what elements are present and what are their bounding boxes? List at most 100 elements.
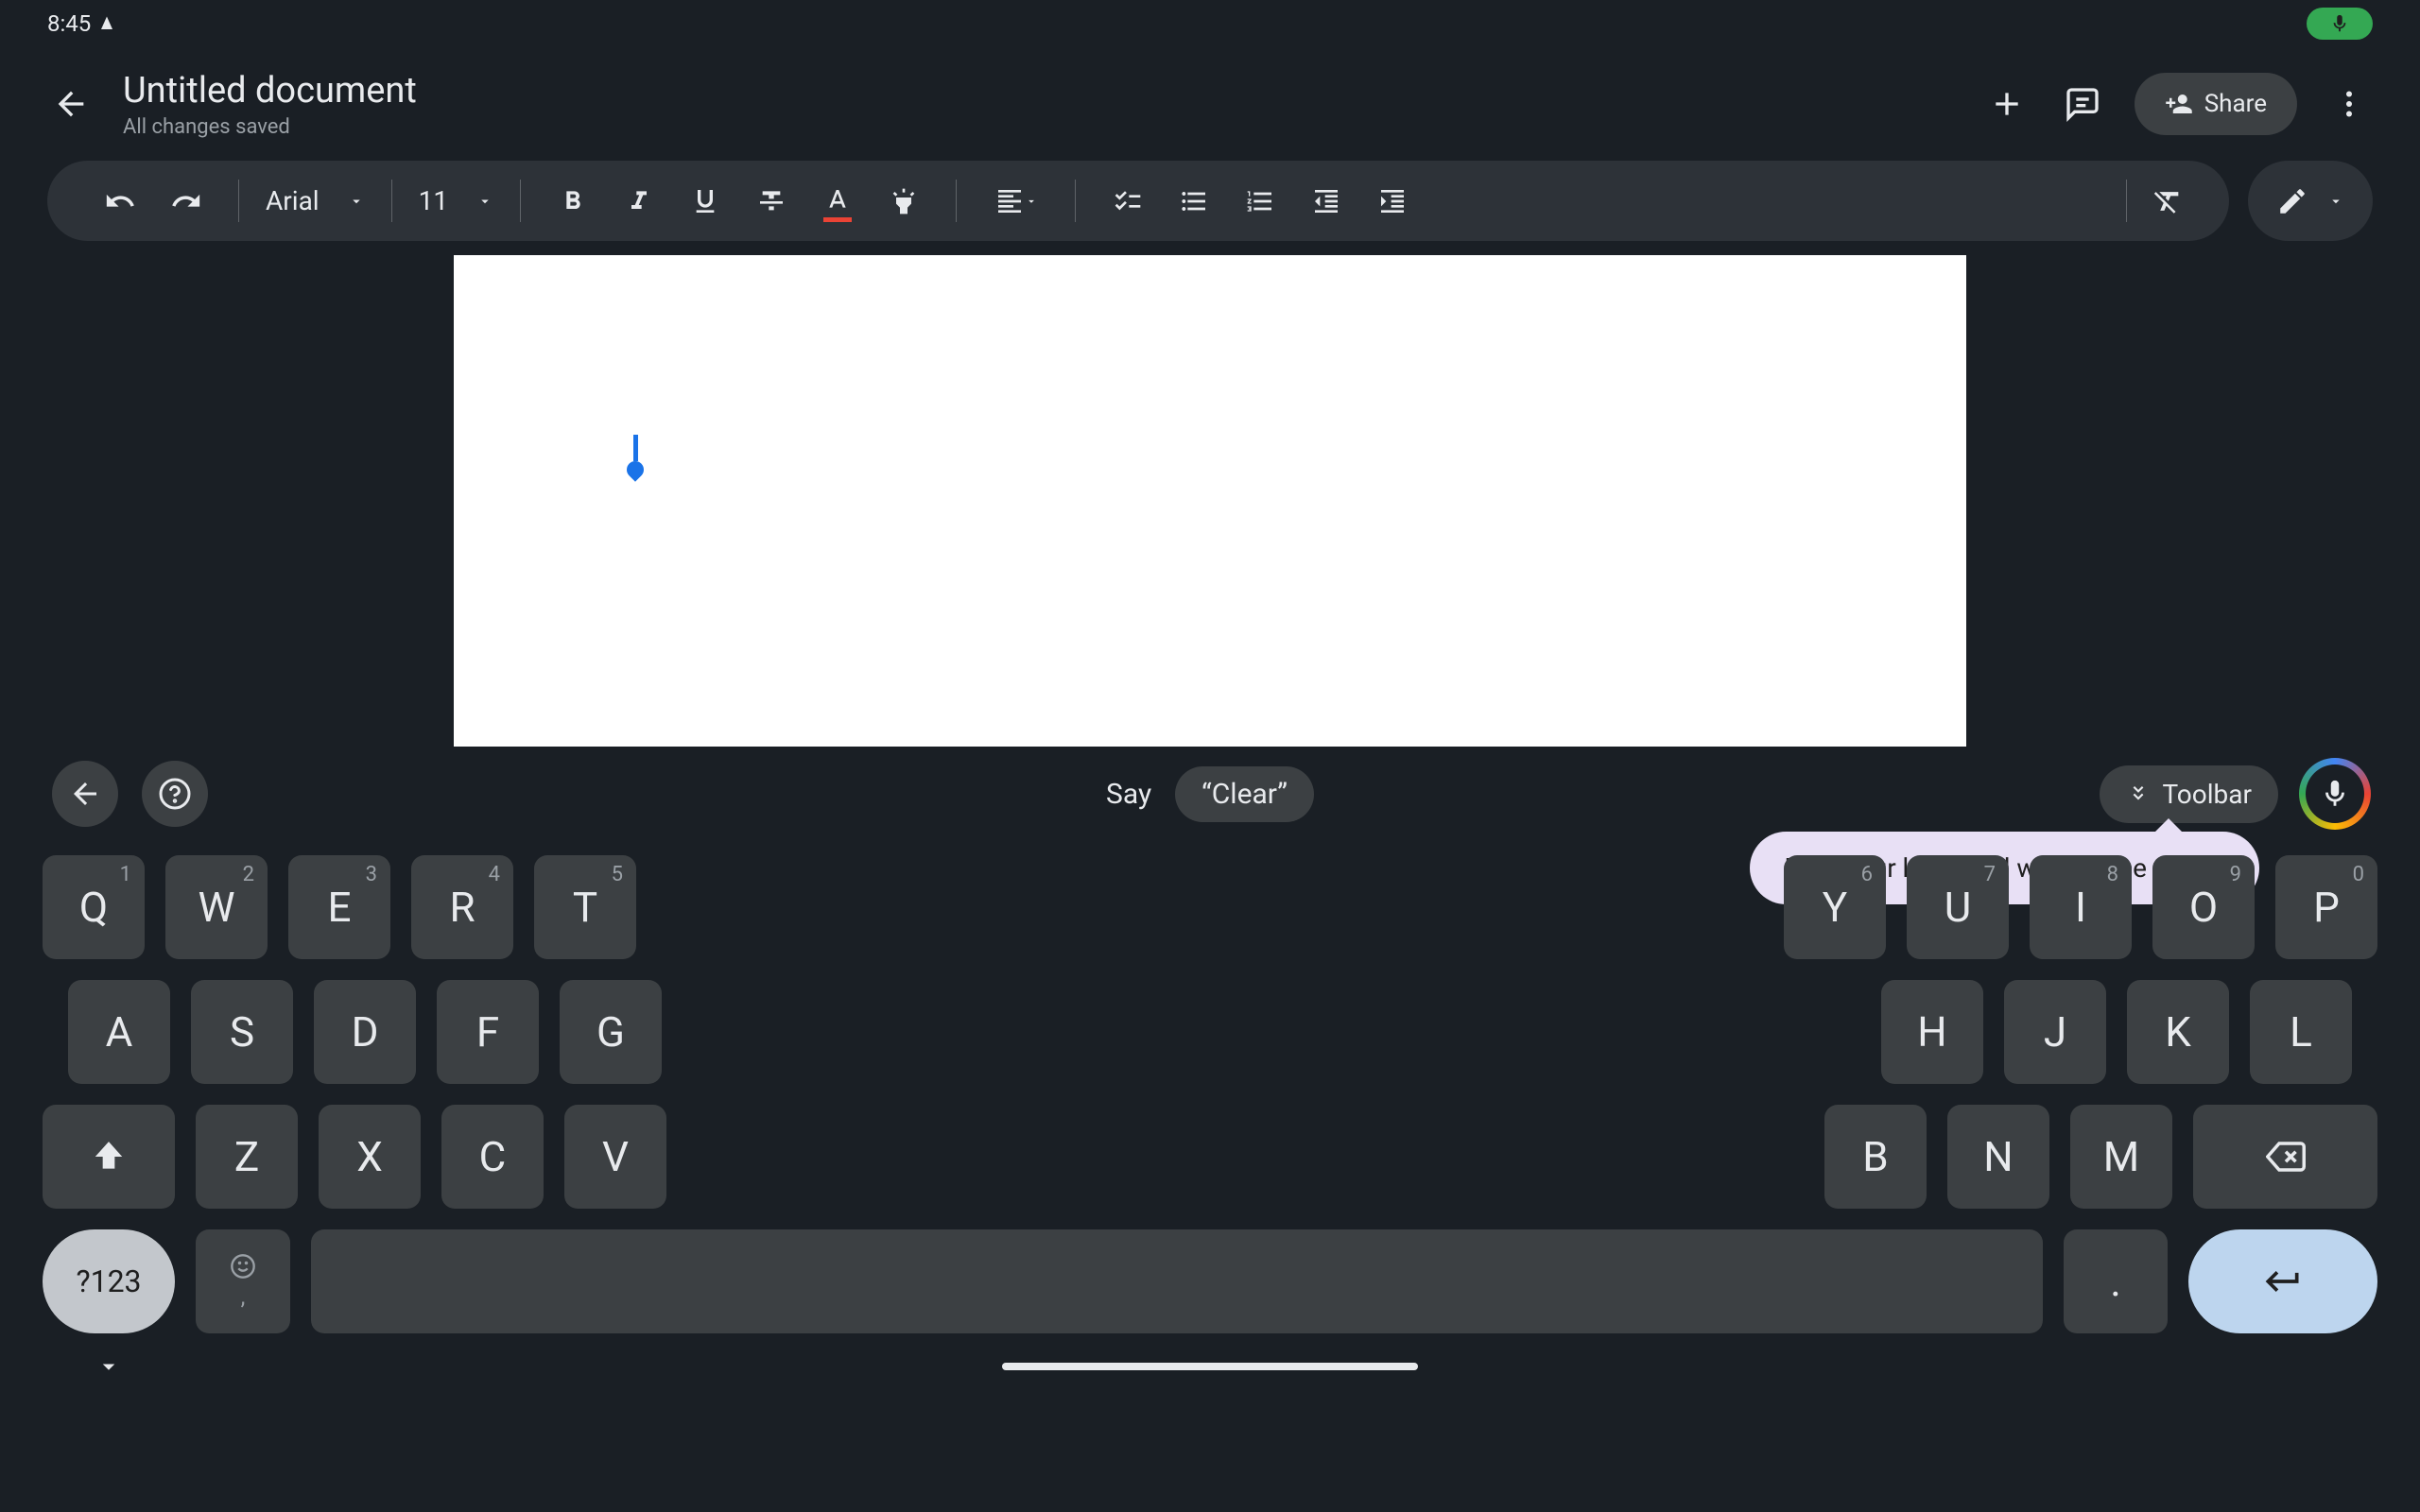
key-l[interactable]: L — [2250, 980, 2352, 1084]
key-c[interactable]: C — [441, 1105, 544, 1209]
strikethrough-button[interactable] — [738, 173, 804, 230]
checklist-icon — [1113, 186, 1143, 216]
key-q[interactable]: Q1 — [43, 855, 145, 959]
comma-label: , — [241, 1283, 246, 1310]
status-mic-pill — [2307, 8, 2373, 40]
kb-help-button[interactable] — [142, 761, 208, 827]
period-key[interactable]: . — [2064, 1229, 2168, 1333]
shift-key[interactable] — [43, 1105, 175, 1209]
key-r[interactable]: R4 — [411, 855, 513, 959]
key-z[interactable]: Z — [196, 1105, 298, 1209]
say-label: Say — [1106, 778, 1151, 811]
more-button[interactable] — [2325, 80, 2373, 128]
clear-format-icon — [2152, 185, 2184, 217]
kb-back-button[interactable] — [52, 761, 118, 827]
more-vert-icon — [2332, 87, 2366, 121]
key-p[interactable]: P0 — [2275, 855, 2377, 959]
key-g[interactable]: G — [560, 980, 662, 1084]
symbols-key[interactable]: ?123 — [43, 1229, 175, 1333]
person-add-icon — [2165, 90, 2193, 118]
undo-icon — [104, 185, 136, 217]
align-button[interactable] — [976, 173, 1056, 230]
emoji-key[interactable]: , — [196, 1229, 290, 1333]
keyboard-suggestion-bar: Say “Clear” Toolbar Hide your keyboard w… — [0, 756, 2420, 832]
font-size-dropdown[interactable]: 11 — [400, 185, 512, 216]
key-v[interactable]: V — [564, 1105, 666, 1209]
notification-icon — [98, 15, 115, 32]
pencil-icon — [2276, 185, 2308, 217]
undo-button[interactable] — [87, 173, 153, 230]
dropdown-icon — [348, 193, 365, 210]
key-s[interactable]: S — [191, 980, 293, 1084]
key-x[interactable]: X — [319, 1105, 421, 1209]
key-j[interactable]: J — [2004, 980, 2106, 1084]
enter-key[interactable] — [2188, 1229, 2377, 1333]
key-h[interactable]: H — [1881, 980, 1983, 1084]
formatting-toolbar: Arial 11 — [47, 161, 2229, 241]
comment-icon — [2064, 85, 2101, 123]
microphone-icon — [2329, 13, 2350, 34]
help-icon — [158, 777, 192, 811]
status-time: 8:45 — [47, 10, 91, 37]
align-left-icon — [994, 186, 1025, 216]
highlight-button[interactable] — [871, 173, 937, 230]
toolbar-toggle-label: Toolbar — [2162, 779, 2252, 810]
key-b[interactable]: B — [1824, 1105, 1927, 1209]
key-y[interactable]: Y6 — [1784, 855, 1886, 959]
key-n[interactable]: N — [1947, 1105, 2049, 1209]
key-k[interactable]: K — [2127, 980, 2229, 1084]
comments-button[interactable] — [2059, 80, 2106, 128]
redo-button[interactable] — [153, 173, 219, 230]
collapse-keyboard-button[interactable] — [95, 1352, 123, 1381]
key-d[interactable]: D — [314, 980, 416, 1084]
backspace-key[interactable] — [2193, 1105, 2377, 1209]
key-a[interactable]: A — [68, 980, 170, 1084]
share-label: Share — [2204, 90, 2267, 118]
text-cursor — [633, 435, 638, 461]
dropdown-icon — [2327, 193, 2344, 210]
numbered-list-button[interactable] — [1227, 173, 1293, 230]
bold-icon — [558, 186, 588, 216]
document-area — [0, 241, 2420, 747]
strikethrough-icon — [756, 186, 786, 216]
document-page[interactable] — [454, 255, 1966, 747]
edit-mode-button[interactable] — [2248, 161, 2373, 241]
keyboard: Q1W2E3R4T5Y6U7I8O9P0 ASDFGHJKL ZXCV BNM … — [0, 832, 2420, 1343]
underline-icon — [690, 186, 720, 216]
shift-icon — [91, 1139, 127, 1175]
share-button[interactable]: Share — [2135, 73, 2297, 135]
cursor-handle[interactable] — [623, 457, 647, 481]
toolbar-toggle-button[interactable]: Toolbar — [2100, 765, 2278, 823]
clear-formatting-button[interactable] — [2135, 173, 2201, 230]
clear-chip[interactable]: “Clear” — [1175, 766, 1314, 822]
italic-button[interactable] — [606, 173, 672, 230]
key-f[interactable]: F — [437, 980, 539, 1084]
space-key[interactable] — [311, 1229, 2043, 1333]
key-w[interactable]: W2 — [165, 855, 268, 959]
back-button[interactable] — [47, 80, 95, 128]
key-o[interactable]: O9 — [2152, 855, 2255, 959]
chevron-down-icon — [95, 1352, 123, 1381]
save-status: All changes saved — [123, 115, 1955, 139]
voice-typing-button[interactable] — [2302, 761, 2368, 827]
add-button[interactable] — [1983, 80, 2031, 128]
bold-button[interactable] — [540, 173, 606, 230]
checklist-button[interactable] — [1095, 173, 1161, 230]
font-family-value: Arial — [266, 185, 320, 216]
chevron-double-down-icon — [2126, 782, 2151, 806]
text-color-button[interactable] — [804, 173, 871, 230]
key-t[interactable]: T5 — [534, 855, 636, 959]
highlight-icon — [889, 186, 919, 216]
document-title[interactable]: Untitled document — [123, 70, 1955, 112]
key-i[interactable]: I8 — [2030, 855, 2132, 959]
bullet-list-button[interactable] — [1161, 173, 1227, 230]
nav-handle[interactable] — [1002, 1363, 1418, 1370]
font-family-dropdown[interactable]: Arial — [247, 185, 384, 216]
underline-button[interactable] — [672, 173, 738, 230]
emoji-icon — [230, 1253, 256, 1280]
key-u[interactable]: U7 — [1907, 855, 2009, 959]
increase-indent-button[interactable] — [1359, 173, 1426, 230]
key-m[interactable]: M — [2070, 1105, 2172, 1209]
decrease-indent-button[interactable] — [1293, 173, 1359, 230]
key-e[interactable]: E3 — [288, 855, 390, 959]
